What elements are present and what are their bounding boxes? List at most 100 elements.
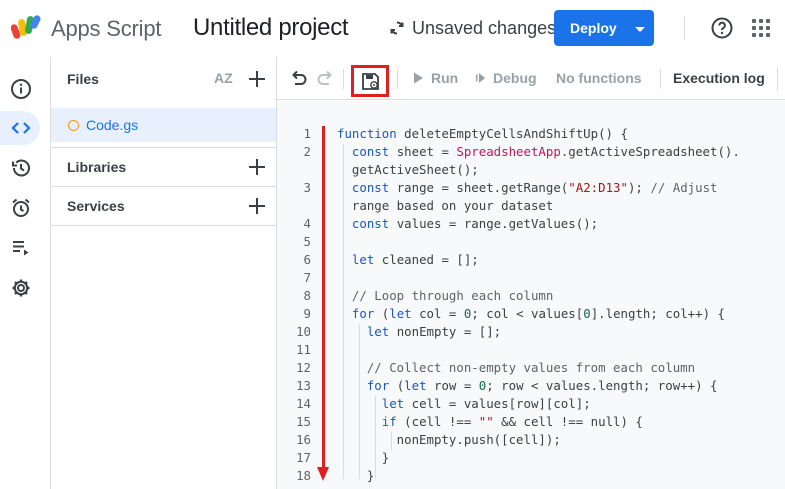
files-panel: Files AZ Code.gs Libraries Services bbox=[51, 57, 276, 489]
redo-icon[interactable] bbox=[316, 69, 336, 89]
help-icon[interactable] bbox=[710, 16, 734, 40]
history-icon bbox=[11, 159, 30, 177]
line-number: 9 bbox=[303, 306, 311, 321]
rail-executions-list[interactable] bbox=[0, 228, 41, 268]
code-text: for (let row = 0; row < values.length; r… bbox=[366, 378, 718, 393]
alarm-icon bbox=[11, 198, 30, 217]
line-number: 17 bbox=[296, 450, 311, 465]
app-name[interactable]: Apps Script bbox=[51, 16, 161, 42]
run-label: Run bbox=[431, 70, 459, 86]
services-row: Services bbox=[51, 186, 276, 226]
code-line: 18 } bbox=[277, 467, 785, 485]
divider bbox=[51, 225, 276, 226]
code-text: getActiveSheet(); bbox=[337, 162, 479, 177]
files-header: Files AZ bbox=[51, 59, 276, 99]
function-select[interactable]: No functions bbox=[556, 70, 642, 86]
rail-triggers[interactable] bbox=[0, 188, 41, 228]
code-text: let nonEmpty = []; bbox=[366, 324, 502, 339]
toolbar-divider bbox=[660, 69, 661, 89]
add-library-icon[interactable] bbox=[248, 158, 266, 176]
code-line: 8 // Loop through each column bbox=[277, 287, 785, 305]
line-number: 13 bbox=[296, 378, 311, 393]
code-text: const range = sheet.getRange("A2:D13"); … bbox=[351, 180, 718, 195]
execution-log-button[interactable]: Execution log bbox=[673, 70, 765, 86]
project-title[interactable]: Untitled project bbox=[193, 14, 349, 42]
code-text: // Collect non-empty values from each co… bbox=[366, 360, 696, 375]
line-number: 4 bbox=[303, 216, 311, 231]
save-status: Unsaved changes bbox=[389, 16, 556, 40]
editor-toolbar: Run Debug No functions Execution log bbox=[277, 57, 785, 100]
play-icon bbox=[414, 72, 423, 84]
line-number: 11 bbox=[296, 342, 311, 357]
line-number: 7 bbox=[303, 270, 311, 285]
deploy-label: Deploy bbox=[570, 20, 617, 36]
libraries-label: Libraries bbox=[67, 159, 127, 175]
code-line: 14 let cell = values[row][col]; bbox=[277, 395, 785, 413]
code-text: let cell = values[row][col]; bbox=[381, 396, 591, 411]
code-line: 16 nonEmpty.push([cell]); bbox=[277, 431, 785, 449]
apps-grid-icon[interactable] bbox=[752, 19, 770, 37]
line-number: 12 bbox=[296, 360, 311, 375]
debug-icon bbox=[476, 73, 485, 83]
code-line: getActiveSheet(); bbox=[277, 161, 785, 179]
add-service-icon[interactable] bbox=[248, 197, 266, 215]
line-number: 14 bbox=[296, 396, 311, 411]
line-number: 16 bbox=[296, 432, 311, 447]
toolbar-divider bbox=[777, 67, 778, 91]
code-line: 2 const sheet = SpreadsheetApp.getActive… bbox=[277, 143, 785, 161]
unsaved-dot-icon bbox=[68, 120, 79, 131]
code-text: const values = range.getValues(); bbox=[351, 216, 599, 231]
code-editor[interactable]: 1 function deleteEmptyCellsAndShiftUp() {… bbox=[277, 101, 785, 489]
code-line: 3 const range = sheet.getRange("A2:D13")… bbox=[277, 179, 785, 197]
debug-label: Debug bbox=[493, 70, 537, 86]
code-line: 6 let cleaned = []; bbox=[277, 251, 785, 269]
code-text: function deleteEmptyCellsAndShiftUp() { bbox=[337, 126, 628, 141]
rail-overview[interactable] bbox=[0, 69, 41, 109]
code-line: 12 // Collect non-empty values from each… bbox=[277, 359, 785, 377]
sync-icon bbox=[390, 21, 404, 35]
code-icon bbox=[10, 122, 31, 134]
rail-editor[interactable] bbox=[0, 108, 41, 148]
services-label: Services bbox=[67, 198, 125, 214]
line-number: 18 bbox=[296, 468, 311, 483]
run-button[interactable]: Run bbox=[411, 70, 458, 86]
code-text: for (let col = 0; col < values[0].length… bbox=[351, 306, 725, 321]
line-number: 8 bbox=[303, 288, 311, 303]
code-text: } bbox=[337, 450, 390, 465]
code-line: range based on your dataset bbox=[277, 197, 785, 215]
rail-executions[interactable] bbox=[0, 148, 41, 188]
deploy-button[interactable]: Deploy bbox=[554, 10, 654, 46]
code-text: } bbox=[337, 468, 375, 483]
code-line: 1 function deleteEmptyCellsAndShiftUp() { bbox=[277, 125, 785, 143]
sort-az-icon[interactable]: AZ bbox=[214, 70, 236, 90]
code-line: 11 bbox=[277, 341, 785, 359]
left-rail bbox=[0, 57, 41, 489]
code-line: 7 bbox=[277, 269, 785, 287]
top-bar: Apps Script Untitled project Unsaved cha… bbox=[0, 0, 785, 57]
undo-icon[interactable] bbox=[288, 69, 308, 89]
code-line: 17 } bbox=[277, 449, 785, 467]
apps-script-logo bbox=[11, 15, 41, 39]
annotation-arrow-head bbox=[317, 467, 329, 481]
code-text: range based on your dataset bbox=[337, 198, 554, 213]
line-number: 2 bbox=[303, 144, 311, 159]
code-line: 10 let nonEmpty = []; bbox=[277, 323, 785, 341]
playlist-icon bbox=[12, 241, 28, 256]
plus-icon[interactable] bbox=[248, 70, 266, 88]
debug-button[interactable]: Debug bbox=[473, 70, 537, 86]
file-item-code-gs[interactable]: Code.gs bbox=[51, 108, 276, 142]
annotation-arrow bbox=[322, 126, 325, 473]
line-number: 5 bbox=[303, 234, 311, 249]
rail-settings[interactable] bbox=[0, 268, 41, 308]
line-number: 10 bbox=[296, 324, 311, 339]
line-number: 15 bbox=[296, 414, 311, 429]
code-text: nonEmpty.push([cell]); bbox=[337, 432, 561, 447]
files-label: Files bbox=[67, 71, 99, 87]
save-button[interactable] bbox=[351, 65, 389, 97]
code-line: 4 const values = range.getValues(); bbox=[277, 215, 785, 233]
code-text: // Loop through each column bbox=[351, 288, 554, 303]
code-text: let cleaned = []; bbox=[351, 252, 479, 267]
line-number: 6 bbox=[303, 252, 311, 267]
toolbar-divider bbox=[343, 69, 344, 89]
line-number: 1 bbox=[303, 126, 311, 141]
